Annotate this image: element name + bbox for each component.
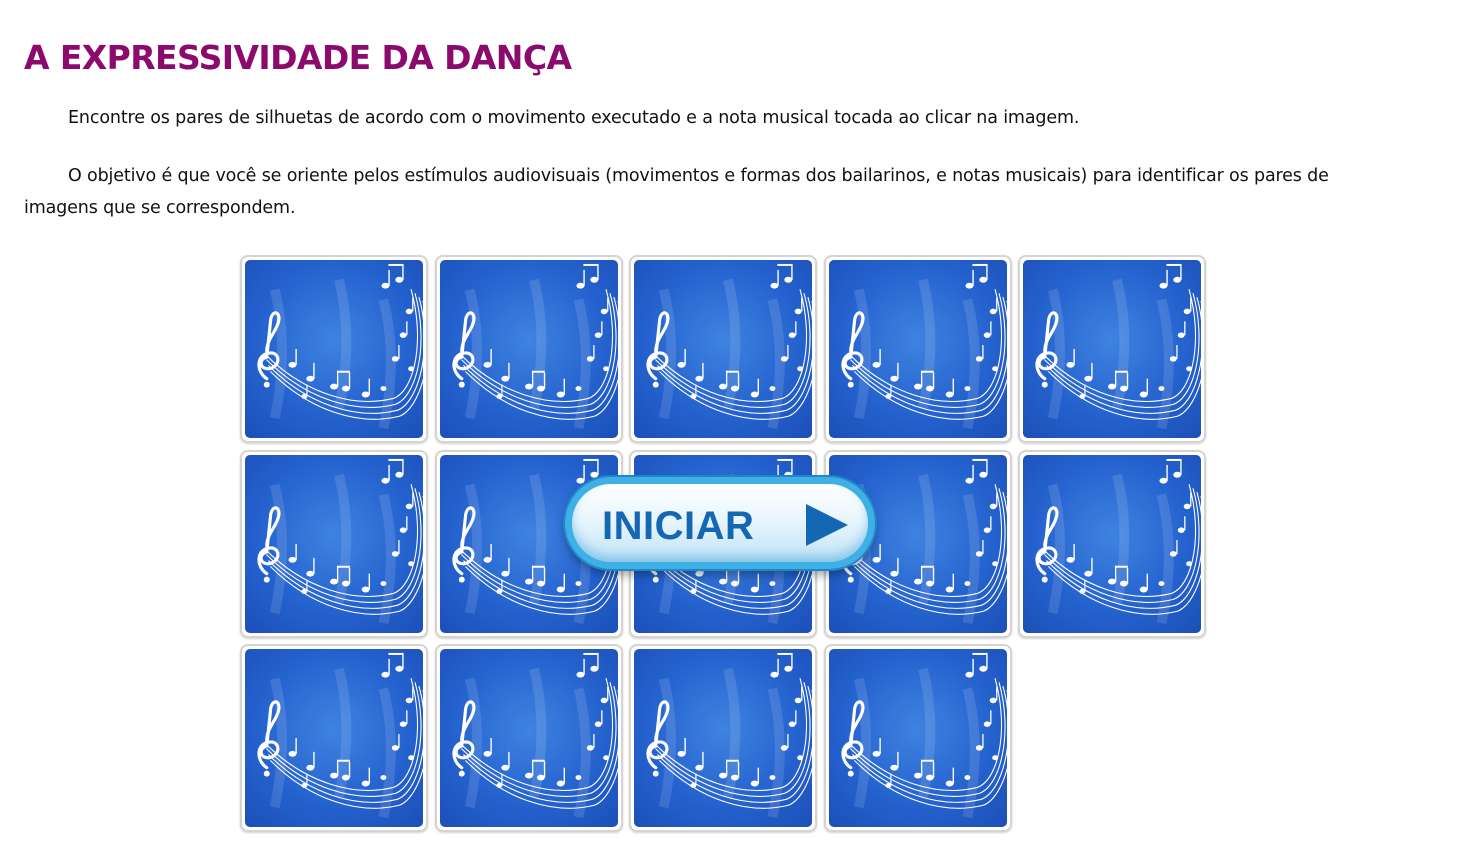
music-notes-icon <box>1023 260 1201 438</box>
start-button[interactable]: INICIAR <box>565 477 875 569</box>
instruction-paragraph: Encontre os pares de silhuetas de acordo… <box>24 102 1400 134</box>
play-triangle-icon <box>806 504 848 546</box>
memory-card[interactable] <box>1018 449 1206 638</box>
instruction-text: Encontre os pares de silhuetas de acordo… <box>68 108 1080 128</box>
memory-card[interactable] <box>240 255 428 443</box>
memory-card[interactable] <box>240 449 428 638</box>
music-notes-icon <box>829 649 1007 827</box>
memory-card[interactable] <box>629 644 817 832</box>
page-title: A EXPRESSIVIDADE DA DANÇA <box>24 38 572 77</box>
card-back <box>245 649 423 827</box>
music-notes-icon <box>829 260 1007 438</box>
start-button-label: INICIAR <box>602 504 755 548</box>
music-notes-icon <box>440 649 618 827</box>
music-notes-icon <box>245 649 423 827</box>
music-notes-icon <box>634 649 812 827</box>
card-back <box>245 454 423 633</box>
music-notes-icon <box>634 260 812 438</box>
card-back <box>439 649 618 827</box>
card-back <box>828 649 1007 827</box>
memory-card[interactable] <box>629 255 817 443</box>
memory-game-page: A EXPRESSIVIDADE DA DANÇA Encontre os pa… <box>0 0 1460 850</box>
card-back <box>634 649 812 827</box>
card-back <box>245 260 423 438</box>
card-back <box>634 260 812 438</box>
memory-card[interactable] <box>434 644 623 832</box>
memory-card[interactable] <box>240 644 428 832</box>
memory-card[interactable] <box>1018 255 1206 443</box>
card-back <box>1023 260 1201 438</box>
music-notes-icon <box>1023 455 1201 633</box>
card-back <box>1023 454 1201 633</box>
card-back <box>828 260 1007 438</box>
music-notes-icon <box>440 260 618 438</box>
memory-card[interactable] <box>434 255 623 443</box>
memory-card[interactable] <box>823 644 1012 832</box>
music-notes-icon <box>245 260 423 438</box>
objective-paragraph: O objetivo é que você se oriente pelos e… <box>24 160 1400 224</box>
music-notes-icon <box>245 455 423 633</box>
card-back <box>439 260 618 438</box>
objective-text: O objetivo é que você se oriente pelos e… <box>24 166 1329 218</box>
memory-card[interactable] <box>823 255 1012 443</box>
